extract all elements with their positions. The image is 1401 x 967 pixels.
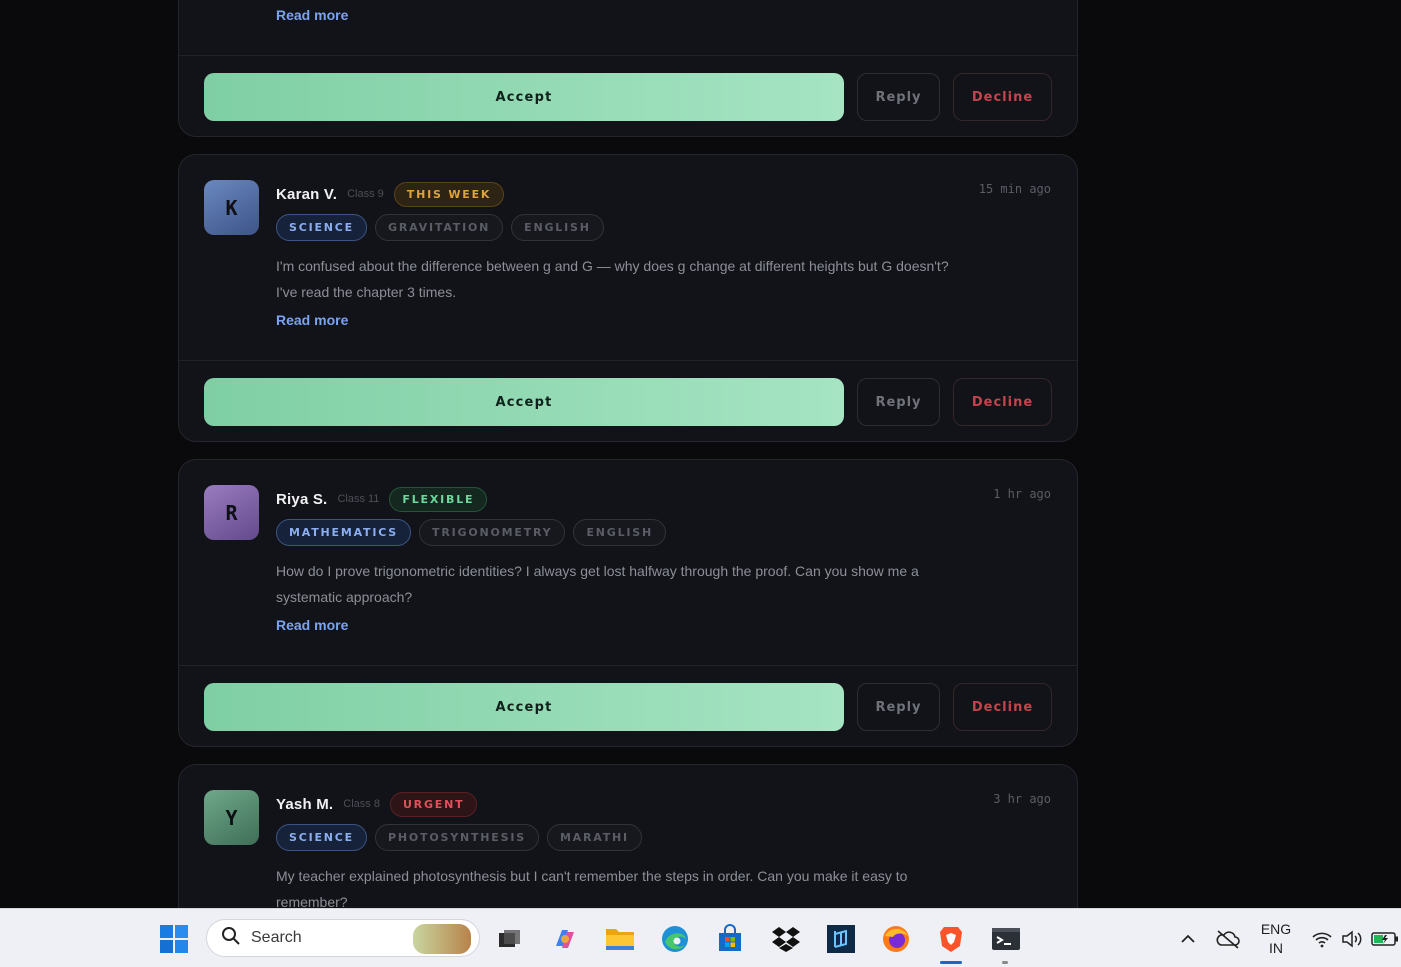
priority-badge: FLEXIBLE (389, 486, 488, 512)
cloud-off-icon[interactable] (1212, 923, 1244, 955)
region-code: IN (1269, 940, 1283, 956)
dropbox-icon[interactable] (770, 923, 802, 955)
search-icon (221, 926, 241, 951)
read-more-link[interactable]: Read more (276, 617, 348, 633)
brave-icon[interactable] (935, 923, 967, 955)
avatar: K (204, 180, 259, 235)
firefox-icon[interactable] (880, 923, 912, 955)
card-header: Yash M. Class 8 URGENT (276, 791, 478, 817)
card-actions: Accept Reply Decline (179, 360, 1077, 441)
app-icon[interactable] (825, 923, 857, 955)
taskbar-search[interactable]: Search (206, 919, 480, 957)
requests-feed: Read more Accept Reply Decline K Karan V… (0, 0, 1401, 908)
taskbar: Search ENG IN (0, 908, 1401, 967)
question-text: How do I prove trigonometric identities?… (276, 563, 919, 605)
accept-button[interactable]: Accept (204, 73, 844, 121)
class-label: Class 11 (337, 493, 380, 505)
terminal-icon[interactable] (990, 923, 1022, 955)
decline-button[interactable]: Decline (953, 683, 1052, 731)
read-more-link[interactable]: Read more (276, 7, 348, 23)
reply-button[interactable]: Reply (857, 73, 940, 121)
priority-badge: URGENT (389, 791, 478, 817)
reply-button[interactable]: Reply (857, 378, 940, 426)
search-placeholder: Search (251, 929, 302, 946)
decline-button[interactable]: Decline (953, 73, 1052, 121)
battery-icon[interactable] (1369, 923, 1401, 955)
search-highlight-image (413, 924, 471, 954)
request-card: R Riya S. Class 11 FLEXIBLE 1 hr ago MAT… (178, 459, 1078, 747)
student-name: Karan V. (276, 185, 338, 203)
accept-button[interactable]: Accept (204, 378, 844, 426)
reply-button[interactable]: Reply (857, 683, 940, 731)
active-app-indicator (940, 961, 962, 964)
subject-tag: MATHEMATICS (276, 519, 412, 546)
edge-icon[interactable] (659, 923, 691, 955)
running-app-indicator (1002, 961, 1008, 964)
avatar: Y (204, 790, 259, 845)
store-icon[interactable] (714, 923, 746, 955)
question-text: I'm confused about the difference betwee… (276, 258, 949, 300)
language-code: ENG (1260, 921, 1292, 937)
tag-list: SCIENCE GRAVITATION ENGLISH (276, 214, 604, 241)
timestamp: 1 hr ago (993, 487, 1051, 501)
language-indicator[interactable]: ENG IN (1258, 920, 1294, 958)
task-view-icon[interactable] (494, 923, 526, 955)
student-name: Yash M. (276, 795, 334, 813)
volume-icon[interactable] (1336, 923, 1368, 955)
subject-tag: SCIENCE (276, 824, 367, 851)
language-tag: MARATHI (546, 824, 642, 851)
priority-badge: THIS WEEK (393, 181, 505, 207)
avatar: R (204, 485, 259, 540)
windows-start-icon[interactable] (158, 923, 190, 955)
card-header: Karan V. Class 9 THIS WEEK (276, 181, 505, 207)
timestamp: 3 hr ago (993, 792, 1051, 806)
tag-list: SCIENCE PHOTOSYNTHESIS MARATHI (276, 824, 642, 851)
tag-list: MATHEMATICS TRIGONOMETRY ENGLISH (276, 519, 667, 546)
request-card: Read more Accept Reply Decline (178, 0, 1078, 137)
topic-tag: PHOTOSYNTHESIS (375, 824, 539, 851)
class-label: Class 8 (343, 798, 380, 810)
copilot-icon[interactable] (549, 923, 581, 955)
timestamp: 15 min ago (978, 182, 1051, 196)
read-more-link[interactable]: Read more (276, 312, 348, 328)
topic-tag: GRAVITATION (375, 214, 504, 241)
question-text: My teacher explained photosynthesis but … (276, 868, 908, 908)
language-tag: ENGLISH (511, 214, 604, 241)
request-card: K Karan V. Class 9 THIS WEEK 15 min ago … (178, 154, 1078, 442)
topic-tag: TRIGONOMETRY (419, 519, 566, 546)
card-actions: Accept Reply Decline (179, 665, 1077, 746)
file-explorer-icon[interactable] (604, 923, 636, 955)
chevron-up-icon[interactable] (1172, 923, 1204, 955)
decline-button[interactable]: Decline (953, 378, 1052, 426)
student-name: Riya S. (276, 490, 328, 508)
accept-button[interactable]: Accept (204, 683, 844, 731)
card-header: Riya S. Class 11 FLEXIBLE (276, 486, 488, 512)
card-actions: Accept Reply Decline (179, 55, 1077, 136)
subject-tag: SCIENCE (276, 214, 367, 241)
language-tag: ENGLISH (573, 519, 667, 546)
class-label: Class 9 (347, 188, 384, 200)
request-card: Y Yash M. Class 8 URGENT 3 hr ago SCIENC… (178, 764, 1078, 908)
wifi-icon[interactable] (1306, 923, 1338, 955)
